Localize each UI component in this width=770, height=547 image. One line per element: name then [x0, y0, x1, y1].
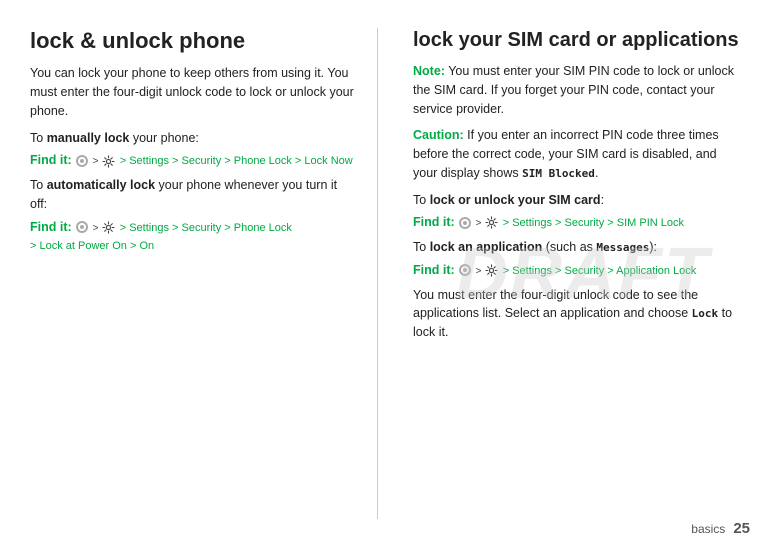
gear-icon-sim — [485, 216, 498, 229]
chevron-1: > — [93, 156, 102, 167]
to-auto-line: To automatically lock your phone wheneve… — [30, 176, 357, 214]
left-column: lock & unlock phone You can lock your ph… — [30, 28, 378, 519]
final-para: You must enter the four-digit unlock cod… — [413, 286, 740, 342]
find-it-2-block: Find it: > > Settings > Security > Phone… — [30, 218, 357, 256]
note-text: You must enter your SIM PIN code to lock… — [413, 64, 734, 116]
chevron-2: > — [93, 223, 102, 234]
footer-text: basics — [691, 522, 725, 536]
chevron-sim: > — [476, 218, 485, 229]
footer: basics 25 — [691, 520, 750, 537]
find-it-app-label: Find it: > > Settings > Security > Appli… — [413, 263, 696, 277]
find-it-sim-path: > Settings > Security > SIM PIN Lock — [503, 217, 684, 229]
find-it-app-label-text: Find it: — [413, 263, 455, 277]
note-label: Note: — [413, 64, 445, 78]
find-it-2b-label: > Lock at Power On > On — [30, 238, 154, 252]
find-it-sim-label: Find it: > > Settings > Security > SIM P… — [413, 215, 684, 229]
find-it-2-label: Find it: > > Settings > Security > Phone… — [30, 220, 292, 234]
gear-icon-2 — [102, 221, 115, 234]
caution-para: Caution: If you enter an incorrect PIN c… — [413, 126, 740, 182]
left-title: lock & unlock phone — [30, 28, 357, 54]
to-lock-sim-text: To — [413, 193, 430, 207]
find-it-1-label: Find it: > > Settings > Security > Phone… — [30, 153, 353, 167]
lock-word: Lock — [692, 307, 719, 320]
right-column: lock your SIM card or applications Note:… — [408, 28, 740, 519]
final-para-text: You must enter the four-digit unlock cod… — [413, 288, 698, 321]
find-it-1-path: > Settings > Security > Phone Lock > Loc… — [120, 155, 353, 167]
footer-number: 25 — [733, 520, 750, 537]
caution-end: . — [595, 166, 598, 180]
lock-app-mid: (such as — [542, 240, 596, 254]
bullet-icon-sim — [459, 217, 471, 229]
to-lock-sim-end: : — [601, 193, 604, 207]
bullet-icon-1 — [76, 155, 88, 167]
find-it-sim-block: Find it: > > Settings > Security > SIM P… — [413, 213, 740, 232]
find-it-label-text: Find it: — [30, 153, 72, 167]
find-it-2-path: > Settings > Security > Phone Lock — [120, 222, 292, 234]
gear-icon-app — [485, 264, 498, 277]
note-para: Note: You must enter your SIM PIN code t… — [413, 62, 740, 118]
to-lock-app-text: To — [413, 240, 430, 254]
auto-bold: automatically lock — [47, 178, 155, 192]
lock-sim-bold: lock or unlock your SIM card — [430, 193, 601, 207]
find-it-sim-label-text: Find it: — [413, 215, 455, 229]
bullet-icon-app — [459, 264, 471, 276]
find-it-app-block: Find it: > > Settings > Security > Appli… — [413, 261, 740, 280]
find-it-1-block: Find it: > > Settings > Security > Phone… — [30, 151, 357, 170]
bullet-icon-2 — [76, 221, 88, 233]
to-manually-text: To — [30, 131, 47, 145]
find-it-app-path: > Settings > Security > Application Lock — [503, 265, 697, 277]
chevron-app: > — [476, 266, 485, 277]
to-auto-text: To — [30, 178, 47, 192]
page-container: lock & unlock phone You can lock your ph… — [0, 0, 770, 547]
to-lock-app-line: To lock an application (such as Messages… — [413, 238, 740, 257]
find-it-2-label-text: Find it: — [30, 220, 72, 234]
lock-app-messages: Messages — [596, 241, 649, 254]
manually-bold: manually lock — [47, 131, 130, 145]
left-para1: You can lock your phone to keep others f… — [30, 64, 357, 120]
sim-blocked: SIM Blocked — [522, 167, 595, 180]
caution-label: Caution: — [413, 128, 464, 142]
right-title: lock your SIM card or applications — [413, 28, 740, 52]
to-manually-line: To manually lock your phone: — [30, 129, 357, 148]
lock-app-bold: lock an application — [430, 240, 543, 254]
to-lock-sim-line: To lock or unlock your SIM card: — [413, 191, 740, 210]
find-it-2b-path: > Lock at Power On > On — [30, 240, 154, 252]
lock-app-end: ): — [649, 240, 657, 254]
gear-icon-1 — [102, 155, 115, 168]
to-manually-rest: your phone: — [129, 131, 199, 145]
